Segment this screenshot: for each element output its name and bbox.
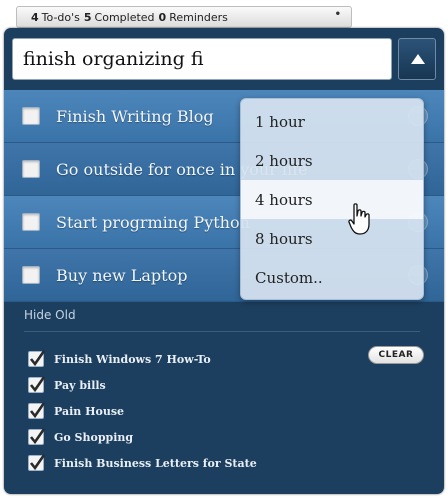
hide-old-link[interactable]: Hide Old — [24, 308, 76, 322]
todo-label: Buy new Laptop — [56, 265, 188, 285]
checkmark-icon — [29, 350, 46, 367]
reminder-option-4-hours[interactable]: 4 hours — [241, 180, 423, 219]
expand-menu-button[interactable] — [398, 38, 436, 80]
completed-item[interactable]: Pay bills — [28, 372, 428, 398]
status-dot-icon: • — [334, 9, 341, 20]
todo-label: Start progrming Python — [56, 212, 250, 232]
reminder-option-2-hours[interactable]: 2 hours — [241, 141, 423, 180]
chevron-up-icon — [411, 54, 425, 64]
completed-checkbox[interactable] — [28, 402, 46, 419]
completed-item[interactable]: Go Shopping — [28, 424, 428, 450]
checkmark-icon — [29, 376, 46, 393]
completed-checkbox[interactable] — [28, 350, 46, 367]
reminders-count: 0 — [158, 10, 167, 24]
completed-label: Finish Windows 7 How-To — [54, 352, 211, 366]
todo-count-label: To-do's — [41, 10, 80, 24]
checkmark-icon — [29, 428, 46, 445]
todo-label: Finish Writing Blog — [56, 106, 214, 126]
completed-item[interactable]: Finish Business Letters for State — [28, 450, 428, 476]
divider — [24, 331, 420, 332]
status-bar: 4 To-do's 5 Completed 0 Reminders • — [16, 6, 352, 28]
completed-label: Finish Business Letters for State — [54, 456, 257, 470]
completed-list: Finish Windows 7 How-To Pay bills Pain H… — [28, 346, 428, 476]
completed-count-label: Completed — [94, 10, 155, 24]
reminder-option-custom[interactable]: Custom.. — [241, 258, 423, 297]
completed-checkbox[interactable] — [28, 376, 46, 393]
todo-checkbox[interactable] — [22, 213, 40, 231]
completed-count: 5 — [83, 10, 92, 24]
completed-label: Go Shopping — [54, 430, 134, 444]
hand-cursor-icon — [348, 203, 370, 235]
completed-label: Pain House — [54, 404, 125, 418]
todo-checkbox[interactable] — [22, 107, 40, 125]
checkmark-icon — [29, 454, 46, 471]
reminder-dropdown: 1 hour 2 hours 4 hours 8 hours Custom.. — [240, 98, 424, 300]
input-row: finish organizing fi — [4, 28, 444, 88]
completed-label: Pay bills — [54, 378, 106, 392]
new-task-input[interactable]: finish organizing fi — [12, 38, 392, 80]
completed-item[interactable]: Finish Windows 7 How-To — [28, 346, 428, 372]
completed-checkbox[interactable] — [28, 428, 46, 445]
todo-checkbox[interactable] — [22, 160, 40, 178]
reminder-option-1-hour[interactable]: 1 hour — [241, 102, 423, 141]
reminders-count-label: Reminders — [169, 10, 228, 24]
checkmark-icon — [29, 402, 46, 419]
completed-checkbox[interactable] — [28, 454, 46, 471]
reminder-option-8-hours[interactable]: 8 hours — [241, 219, 423, 258]
completed-item[interactable]: Pain House — [28, 398, 428, 424]
todo-count: 4 — [31, 10, 39, 24]
todo-checkbox[interactable] — [22, 266, 40, 284]
